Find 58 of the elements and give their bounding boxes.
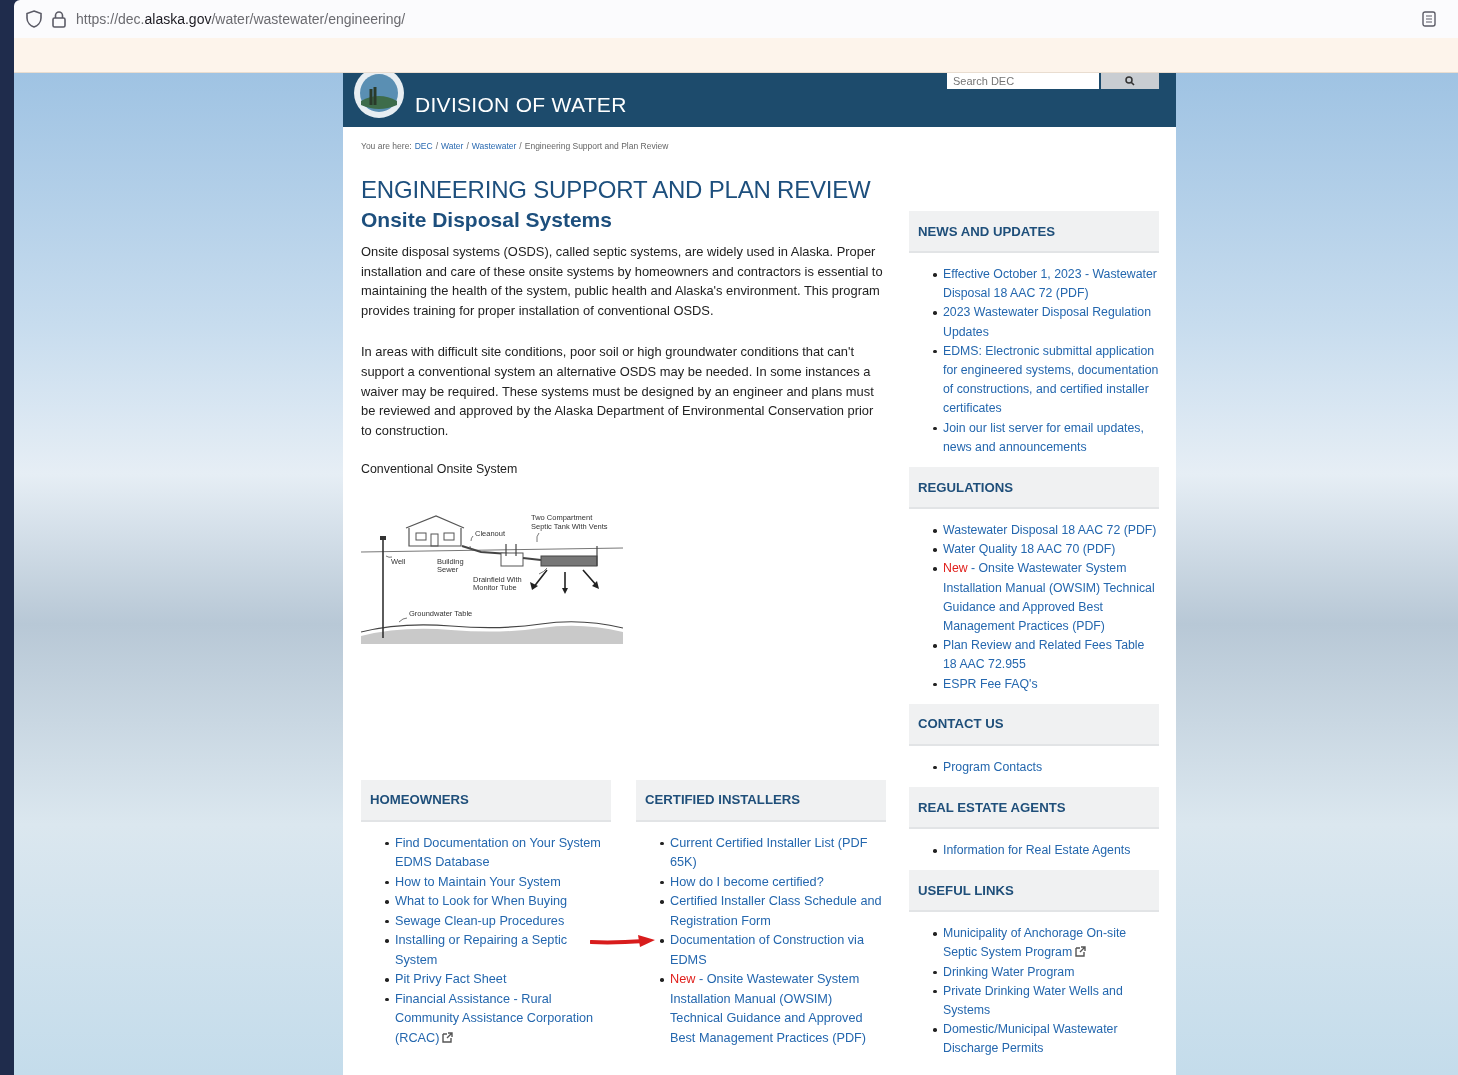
- section-title: CERTIFIED INSTALLERS: [645, 792, 801, 808]
- shield-icon[interactable]: [26, 10, 42, 28]
- list-link[interactable]: Installing or Repairing a Septic System: [383, 931, 611, 971]
- breadcrumb-link[interactable]: Wastewater: [471, 141, 517, 151]
- list-link[interactable]: What to Look for When Buying: [383, 892, 611, 912]
- list-link[interactable]: Join our list server for email updates, news and announcements: [931, 418, 1159, 458]
- body-paragraph: In areas with difficult site conditions, poor soil or high groundwater conditions that can't support a conventional system an alternative OSDS may be needed. In some instances a waiver may be required. These systems must be designed by an engineer and plans must be reviewed and approved by the Alaska Department of Environmental Conservation prior to construction.: [361, 343, 875, 440]
- list-link[interactable]: Municipality of Anchorage On-site Septic System Program: [931, 924, 1159, 963]
- body-paragraph: Onsite disposal systems (OSDS), called septic systems, are widely used in Alaska. Proper installation and care of these onsite systems by homeowners and contractors is essential to maintaining the health of the system, public health and Alaska's environment. This program provides training for proper installation of conventional OSDS.: [361, 243, 884, 320]
- breadcrumb-current: Engineering Support and Plan Review: [524, 141, 669, 151]
- list-link[interactable]: Drinking Water Program: [931, 962, 1159, 982]
- section-title: HOMEOWNERS: [370, 792, 469, 808]
- breadcrumb-separator: /: [519, 141, 522, 151]
- list-link[interactable]: Financial Assistance - Rural Community Assistance Corporation (RCAC): [383, 989, 611, 1049]
- list-link[interactable]: How do I become certified?: [658, 872, 886, 893]
- section-title: CONTACT US: [918, 716, 1004, 732]
- list-link[interactable]: Domestic/Municipal Wastewater Discharge Permits: [931, 1020, 1159, 1059]
- list-link[interactable]: Plan Review and Related Fees Table 18 AAC 72.955: [931, 636, 1159, 675]
- search-button[interactable]: [1101, 73, 1159, 89]
- breadcrumb-separator: /: [435, 141, 439, 151]
- list-link[interactable]: Sewage Clean-up Procedures: [383, 911, 611, 932]
- list-link[interactable]: ESPR Fee FAQ's: [931, 674, 1159, 694]
- lock-icon[interactable]: [52, 10, 66, 28]
- list-link[interactable]: Certified Installer Class Schedule and Registration Form: [658, 892, 886, 932]
- breadcrumb-separator: /: [466, 141, 469, 151]
- list-link[interactable]: Documentation of Construction via EDMS: [658, 931, 886, 971]
- new-label: New: [670, 972, 696, 987]
- breadcrumb-link[interactable]: Water: [441, 141, 464, 151]
- section-heading: Onsite Disposal Systems: [361, 208, 613, 232]
- list-link[interactable]: Wastewater Disposal 18 AAC 72 (PDF): [931, 521, 1159, 541]
- site-title[interactable]: DIVISION OF WATER: [415, 93, 627, 117]
- list-link[interactable]: New - Onsite Wastewater System Installation Manual (OWSIM) Technical Guidance and Approved Best Management Practices (PDF): [931, 559, 1159, 637]
- list-link[interactable]: Current Certified Installer List (PDF 65K): [658, 833, 886, 873]
- list-link[interactable]: Effective October 1, 2023 - Wastewater Disposal 18 AAC 72 (PDF): [931, 265, 1159, 304]
- breadcrumb-label: You are here:: [361, 141, 412, 151]
- search-field[interactable]: Search DEC: [947, 73, 1099, 89]
- list-link[interactable]: Water Quality 18 AAC 70 (PDF): [931, 540, 1159, 560]
- list-link[interactable]: Find Documentation on Your System EDMS Database: [383, 833, 611, 873]
- list-link[interactable]: Private Drinking Water Wells and Systems: [931, 981, 1159, 1021]
- list-link[interactable]: Information for Real Estate Agents: [931, 841, 1159, 861]
- reader-view-icon[interactable]: [1422, 11, 1436, 27]
- list-link[interactable]: New - Onsite Wastewater System Installation Manual (OWSIM) Technical Guidance and Approved Best Management Practices (PDF): [658, 970, 886, 1049]
- search-icon: [1125, 76, 1135, 86]
- section-title: USEFUL LINKS: [918, 882, 1014, 898]
- section-title: NEWS AND UPDATES: [918, 223, 1055, 239]
- list-link[interactable]: How to Maintain Your System: [383, 872, 611, 893]
- new-label: New: [943, 561, 968, 576]
- section-title: REAL ESTATE AGENTS: [918, 799, 1066, 815]
- list-link[interactable]: Pit Privy Fact Sheet: [383, 970, 611, 990]
- figure-caption: Conventional Onsite System: [361, 462, 519, 477]
- url-text[interactable]: https://dec.alaska.gov/water/wastewater/engineering/: [76, 11, 406, 27]
- list-link[interactable]: 2023 Wastewater Disposal Regulation Updates: [931, 303, 1159, 342]
- list-link[interactable]: Program Contacts: [931, 757, 1159, 778]
- seal-logo-icon: [353, 73, 405, 119]
- section-title: REGULATIONS: [918, 479, 1013, 495]
- breadcrumb-link[interactable]: DEC: [414, 141, 433, 151]
- page-title: ENGINEERING SUPPORT AND PLAN REVIEW: [361, 176, 872, 204]
- list-link[interactable]: EDMS: Electronic submittal application for engineered systems, documentation of constructions, and certified installer certificates: [931, 341, 1159, 419]
